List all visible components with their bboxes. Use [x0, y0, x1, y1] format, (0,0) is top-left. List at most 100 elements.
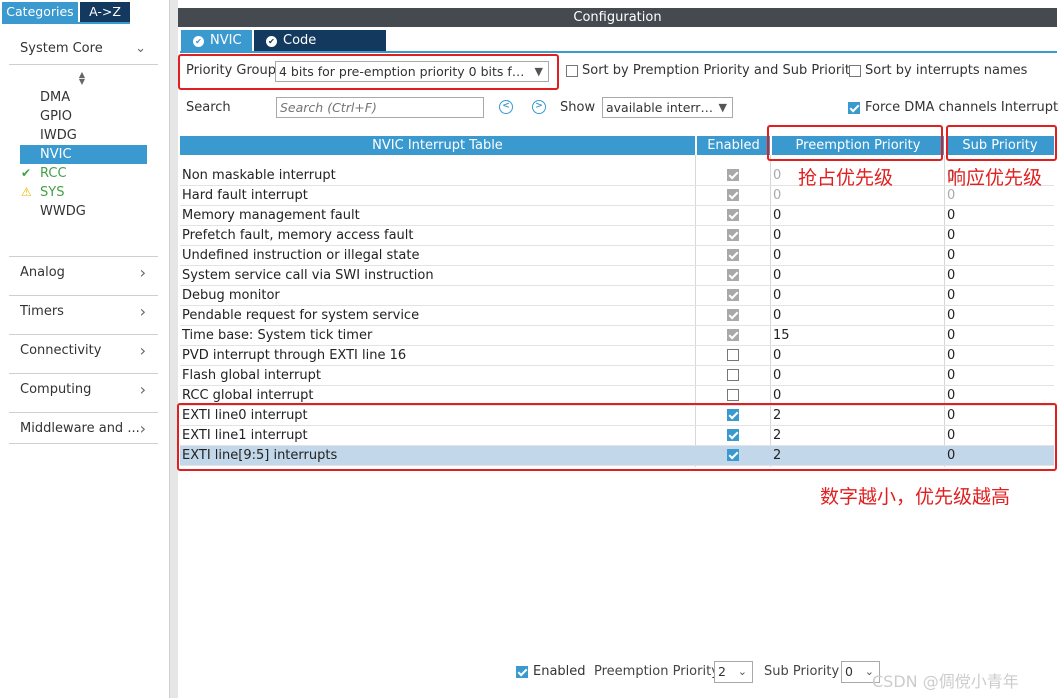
- enabled-checkbox: [727, 269, 739, 281]
- footer-enabled-checkbox[interactable]: [516, 666, 528, 678]
- force-dma-checkbox[interactable]: [848, 102, 860, 114]
- chevron-down-icon: ⌄: [135, 41, 146, 56]
- preemption-priority-value[interactable]: 15: [773, 326, 790, 345]
- tabs-underline: [2, 22, 130, 24]
- show-value: available interrupts: [606, 100, 728, 115]
- chevron-right-icon: ›: [139, 341, 146, 360]
- preemption-priority-value[interactable]: 0: [773, 346, 781, 365]
- show-select[interactable]: available interrupts ▼: [602, 97, 733, 118]
- sidebar-item-label: GPIO: [40, 109, 72, 124]
- sort-names-checkbox[interactable]: [849, 65, 861, 77]
- sidebar-item-rcc[interactable]: ✔ RCC: [20, 164, 147, 183]
- table-row[interactable]: Debug monitor 0 0: [180, 286, 1054, 306]
- annotation-preemption-text: 抢占优先级: [798, 167, 894, 189]
- divider: [9, 412, 158, 413]
- table-row[interactable]: Flash global interrupt 0 0: [180, 366, 1054, 386]
- table-row[interactable]: Undefined instruction or illegal state 0 0: [180, 246, 1054, 266]
- interrupt-name: Pendable request for system service: [182, 308, 420, 323]
- sidebar-item-label: DMA: [40, 90, 71, 105]
- category-system-core[interactable]: System Core ⌄: [9, 34, 158, 64]
- preemption-priority-value[interactable]: 0: [773, 366, 781, 385]
- table-row[interactable]: Memory management fault 0 0: [180, 206, 1054, 226]
- chevron-right-icon: ›: [139, 263, 146, 282]
- footer-sub-label: Sub Priority: [764, 664, 840, 679]
- sidebar-item-dma[interactable]: DMA: [20, 88, 147, 107]
- sub-priority-value[interactable]: 0: [947, 206, 955, 225]
- category-item[interactable]: Timers ›: [9, 297, 158, 327]
- tab-categories[interactable]: Categories: [2, 2, 78, 22]
- sub-priority-value[interactable]: 0: [947, 326, 955, 345]
- interrupt-name: Flash global interrupt: [182, 368, 321, 383]
- tab-code-generation[interactable]: ✔Code generation: [254, 30, 386, 69]
- sub-priority-value[interactable]: 0: [947, 246, 955, 265]
- sub-priority-value[interactable]: 0: [947, 286, 955, 305]
- category-label: Connectivity: [20, 343, 102, 358]
- header-interrupt-table[interactable]: NVIC Interrupt Table: [180, 136, 695, 155]
- chevron-down-icon: ⌄: [737, 665, 747, 678]
- table-row[interactable]: Hard fault interrupt 0 0: [180, 186, 1054, 206]
- sidebar-item-label: RCC: [40, 166, 67, 181]
- show-label: Show: [560, 100, 596, 115]
- tab-nvic-label: NVIC: [210, 33, 242, 48]
- tab-a-to-z[interactable]: A->Z: [80, 2, 130, 22]
- category-item[interactable]: Computing ›: [9, 375, 158, 405]
- table-row[interactable]: Pendable request for system service 0 0: [180, 306, 1054, 326]
- table-row[interactable]: System service call via SWI instruction 0…: [180, 266, 1054, 286]
- category-item[interactable]: Analog ›: [9, 258, 158, 288]
- sidebar-item-wwdg[interactable]: WWDG: [20, 202, 147, 221]
- category-item[interactable]: Connectivity ›: [9, 336, 158, 366]
- table-row[interactable]: Time base: System tick timer 15 0: [180, 326, 1054, 346]
- preemption-priority-value[interactable]: 0: [773, 246, 781, 265]
- preemption-priority-value[interactable]: 0: [773, 166, 781, 185]
- annotation-box-exti-rows: [177, 403, 1057, 471]
- search-previous-icon[interactable]: <: [499, 100, 513, 114]
- preemption-priority-value[interactable]: 0: [773, 186, 781, 205]
- enabled-checkbox: [727, 209, 739, 221]
- preemption-priority-value[interactable]: 0: [773, 266, 781, 285]
- sort-preemption-checkbox[interactable]: [566, 65, 578, 77]
- sub-priority-value[interactable]: 0: [947, 266, 955, 285]
- enabled-checkbox: [727, 249, 739, 261]
- chevron-right-icon: ›: [139, 380, 146, 399]
- check-circle-icon: ✔: [193, 36, 204, 47]
- watermark: CSDN @倜傥小青年: [872, 672, 1019, 691]
- configuration-title-bar: Configuration: [178, 8, 1057, 27]
- enabled-checkbox: [727, 329, 739, 341]
- divider: [9, 295, 158, 296]
- enabled-checkbox: [727, 229, 739, 241]
- enabled-checkbox[interactable]: [727, 369, 739, 381]
- table-row[interactable]: PVD interrupt through EXTI line 16 0 0: [180, 346, 1054, 366]
- force-dma-label: Force DMA channels Interrupts: [865, 100, 1059, 115]
- preemption-priority-value[interactable]: 0: [773, 286, 781, 305]
- sort-preemption-label: Sort by Premption Priority and Sub Prior…: [582, 63, 858, 78]
- tab-nvic[interactable]: ✔ NVIC: [181, 30, 252, 51]
- search-input[interactable]: [276, 97, 484, 118]
- search-next-icon[interactable]: >: [532, 100, 546, 114]
- interrupt-name: System service call via SWI instruction: [182, 268, 434, 283]
- category-item[interactable]: Middleware and ... ›: [9, 414, 158, 444]
- enabled-checkbox[interactable]: [727, 349, 739, 361]
- table-row[interactable]: Prefetch fault, memory access fault 0 0: [180, 226, 1054, 246]
- sub-priority-value[interactable]: 0: [947, 306, 955, 325]
- preemption-priority-value[interactable]: 0: [773, 306, 781, 325]
- sub-priority-value[interactable]: 0: [947, 226, 955, 245]
- preemption-priority-value[interactable]: 0: [773, 226, 781, 245]
- header-enabled[interactable]: Enabled: [697, 136, 770, 155]
- annotation-rule-text: 数字越小，优先级越高: [820, 486, 1011, 508]
- sidebar-item-iwdg[interactable]: IWDG: [20, 126, 147, 145]
- category-system-core-label: System Core: [20, 41, 103, 56]
- table-row[interactable]: Non maskable interrupt 0 0: [180, 166, 1054, 186]
- sort-arrows-icon[interactable]: ▲ ▼: [77, 71, 87, 86]
- sidebar-item-sys[interactable]: ⚠ SYS: [20, 183, 147, 202]
- interrupt-name: Prefetch fault, memory access fault: [182, 228, 414, 243]
- sub-priority-value[interactable]: 0: [947, 346, 955, 365]
- sidebar-item-gpio[interactable]: GPIO: [20, 107, 147, 126]
- sidebar-item-nvic[interactable]: NVIC: [20, 145, 147, 164]
- check-icon: ✔: [21, 166, 32, 180]
- preemption-priority-value[interactable]: 0: [773, 206, 781, 225]
- enabled-checkbox[interactable]: [727, 389, 739, 401]
- interrupt-name: Time base: System tick timer: [182, 328, 373, 343]
- footer-preemption-select[interactable]: 2 ⌄: [714, 661, 753, 683]
- annotation-box-priority-group: [178, 54, 559, 90]
- sub-priority-value[interactable]: 0: [947, 366, 955, 385]
